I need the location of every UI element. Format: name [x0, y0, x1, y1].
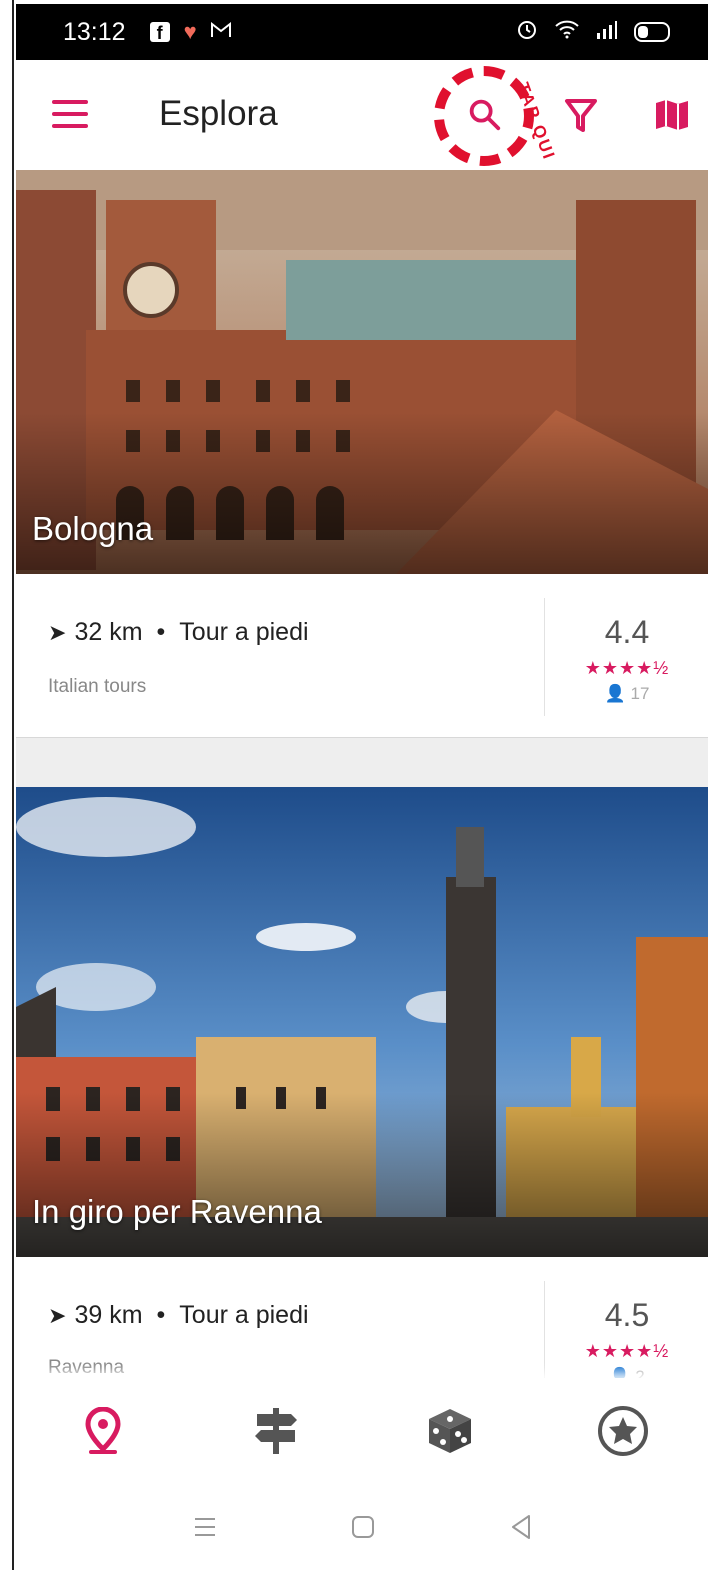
review-count-value: 17 [630, 684, 650, 703]
rating-stars: ★★★★½ [584, 658, 670, 678]
rating-value: 4.4 [604, 614, 650, 650]
tour-distance: 39 km [74, 1301, 143, 1329]
tour-author: Ravenna [48, 1357, 125, 1378]
gmail-icon [210, 21, 231, 44]
bottom-navigation [16, 1378, 710, 1483]
home-icon[interactable] [343, 1507, 383, 1547]
review-count: 👤 17 [544, 684, 710, 704]
map-icon[interactable] [654, 98, 690, 137]
recents-icon[interactable] [185, 1507, 225, 1547]
review-count-value: 2 [635, 1367, 645, 1378]
signpost-icon[interactable] [236, 1391, 316, 1471]
tour-meta: ➤ 32 km • Tour a piedi [48, 618, 309, 647]
tour-title[interactable]: In giro per Ravenna [32, 1193, 322, 1231]
tour-info-row[interactable]: ➤ 32 km • Tour a piedi Italian tours 4.4… [16, 574, 710, 737]
navigation-arrow-icon: ➤ [48, 1302, 67, 1328]
dice-icon[interactable] [410, 1391, 490, 1471]
tour-meta: ➤ 39 km • Tour a piedi [48, 1301, 309, 1330]
rating-stars: ★★★★½ [584, 1341, 670, 1361]
explore-pin-icon[interactable] [63, 1391, 143, 1471]
tour-title[interactable]: Bologna [32, 510, 153, 548]
search-icon[interactable] [465, 95, 503, 138]
filter-icon[interactable] [564, 98, 598, 139]
heart-health-icon: ♥ [183, 19, 197, 44]
rating-value: 4.5 [604, 1297, 650, 1333]
wifi-icon [554, 19, 580, 45]
card-separator [16, 737, 710, 787]
right-frame-border [708, 0, 712, 1570]
user-icon: 👤 [609, 1367, 636, 1378]
search-highlight-circle[interactable] [434, 66, 534, 166]
system-navigation [16, 1483, 710, 1570]
status-bar: 13:12 f ♥ [16, 4, 710, 60]
meta-separator: • [156, 1301, 166, 1329]
status-time: 13:12 [63, 17, 126, 46]
tour-distance: 32 km [74, 618, 143, 646]
facebook-icon: f [149, 22, 170, 43]
review-count: 👤 2 [544, 1367, 710, 1378]
user-icon: 👤 [604, 684, 631, 703]
page-title: Esplora [159, 94, 278, 133]
tour-type: Tour a piedi [179, 1301, 309, 1329]
battery-icon [634, 22, 670, 42]
left-frame-border [0, 0, 14, 1570]
tour-type: Tour a piedi [179, 618, 309, 646]
signal-icon [596, 19, 618, 45]
back-icon[interactable] [501, 1507, 541, 1547]
app-bar: Esplora TAP QUI [16, 60, 710, 170]
tour-author: Italian tours [48, 676, 147, 697]
alarm-icon [516, 18, 538, 46]
tour-card-image[interactable] [16, 787, 710, 1257]
tour-info-row[interactable]: ➤ 39 km • Tour a piedi Ravenna 4.5 ★★★★½… [16, 1257, 710, 1378]
meta-separator: • [156, 618, 166, 646]
navigation-arrow-icon: ➤ [48, 619, 67, 645]
favorites-star-icon[interactable] [583, 1391, 663, 1471]
menu-icon[interactable] [52, 100, 88, 128]
phone-screen: 13:12 f ♥ Esplora TAP QUI Bologna ➤ 32 k… [0, 0, 712, 1570]
